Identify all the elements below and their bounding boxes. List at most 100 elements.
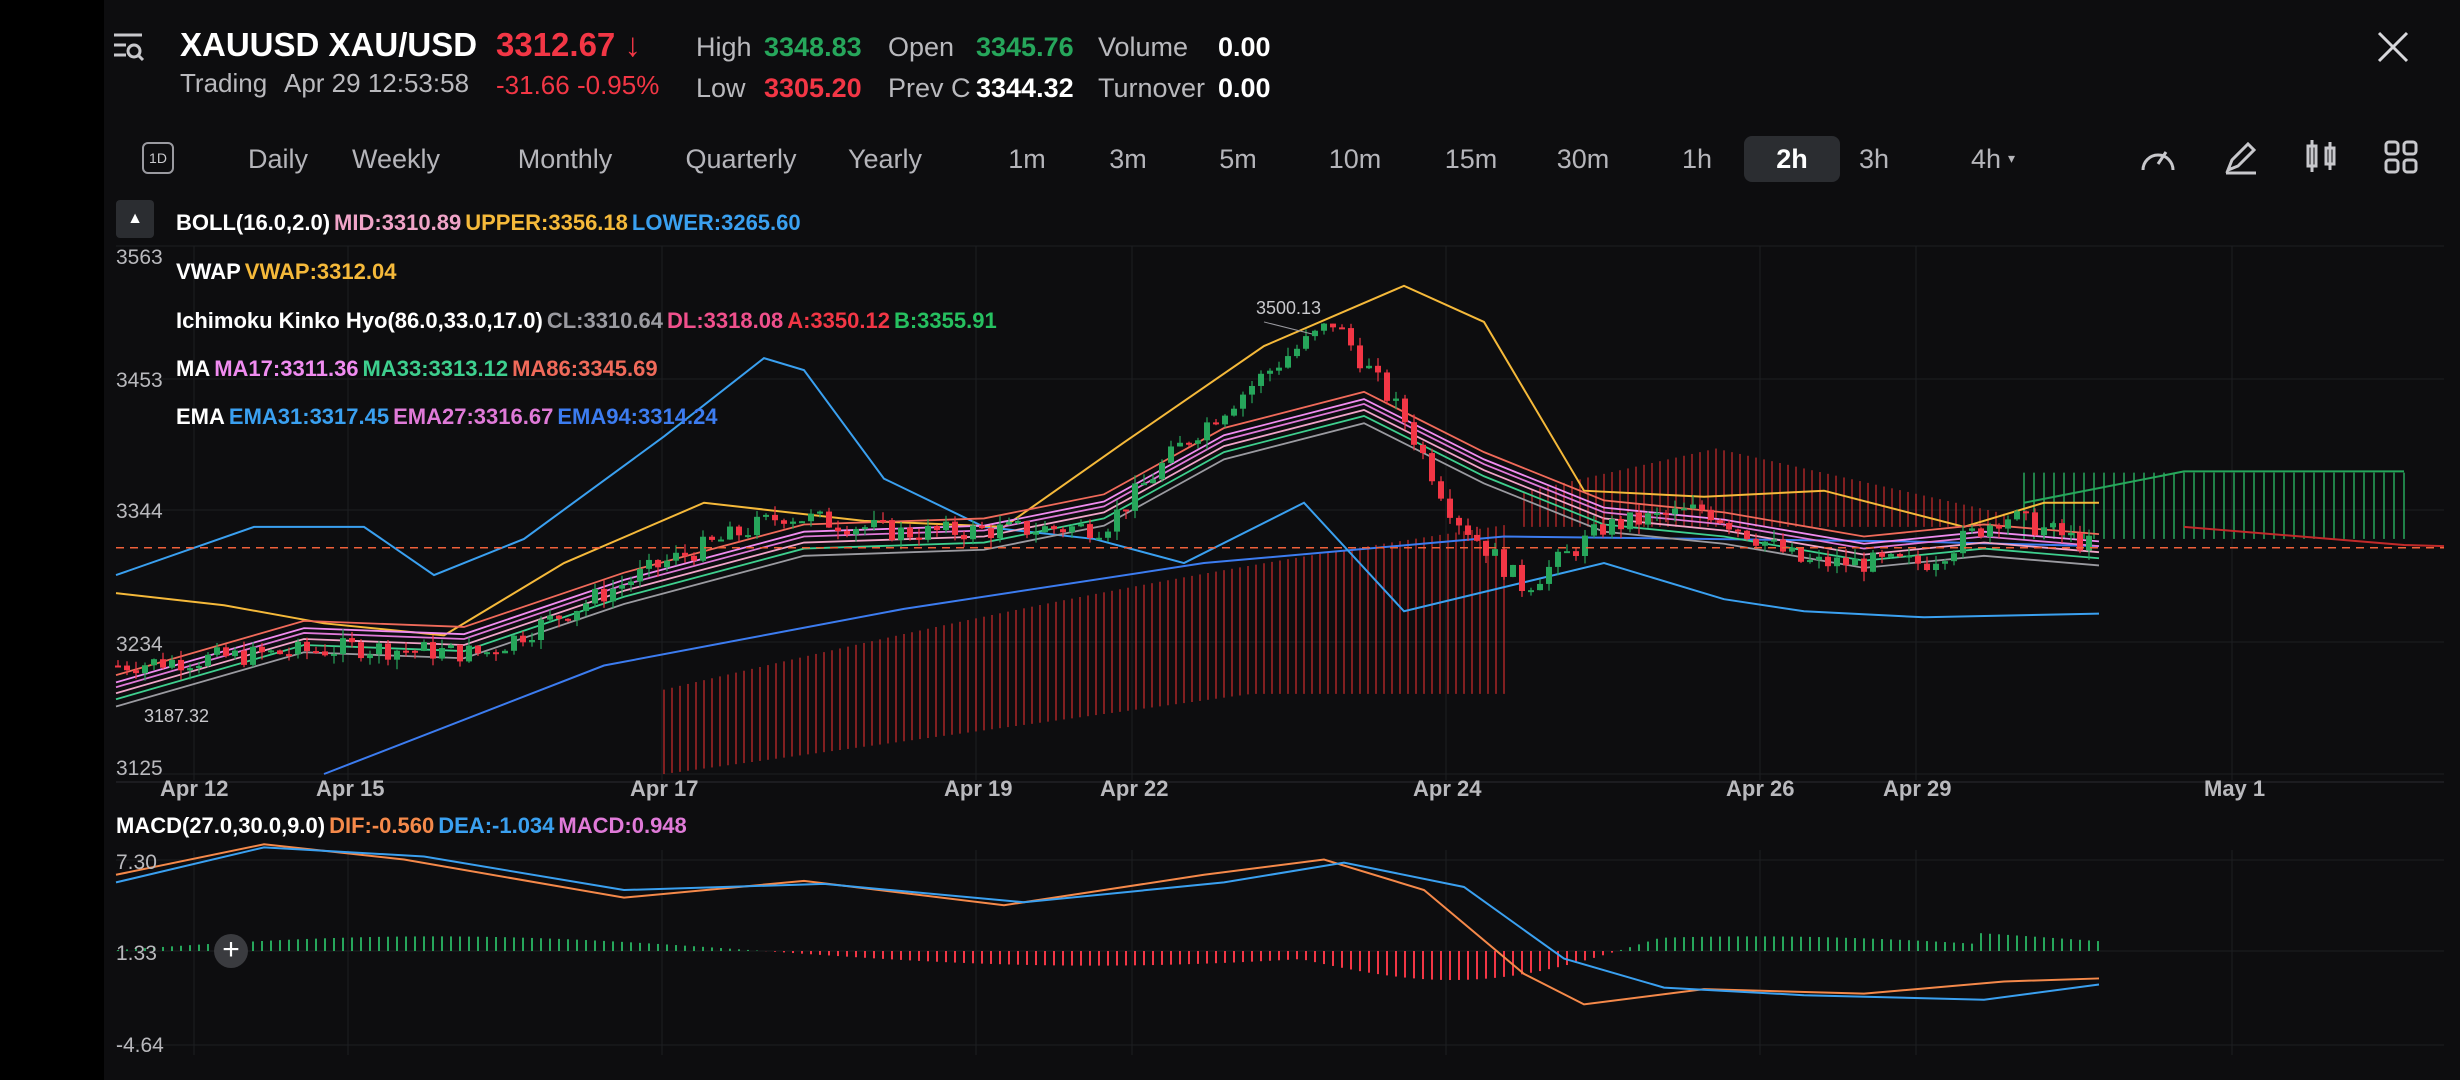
candle-body [1330, 323, 1336, 328]
candle-body [862, 527, 868, 530]
candle-body [1213, 422, 1219, 425]
candle-body [178, 659, 184, 671]
candle-body [1024, 521, 1030, 535]
ema-legend: EMA EMA31:3317.45 EMA27:3316.67 EMA94:3314.… [176, 404, 722, 430]
macd-name: MACD(27.0,30.0,9.0) [116, 813, 326, 838]
candle-body [889, 520, 895, 541]
candle-body [421, 642, 427, 651]
candle-body [295, 641, 301, 655]
candle-body [1726, 523, 1732, 530]
candle-body [1915, 555, 1921, 564]
collapse-indicators-button[interactable]: ▲ [116, 200, 154, 238]
candle-body [151, 659, 157, 666]
candle-body [691, 555, 697, 561]
candle-body [925, 525, 931, 540]
price-chart[interactable] [104, 0, 2460, 1080]
candle-body [1951, 553, 1957, 562]
candle-body [880, 519, 886, 522]
candle-body [1195, 440, 1201, 444]
candle-body [1870, 552, 1876, 572]
candle-body [259, 646, 265, 653]
candle-body [403, 650, 409, 653]
candle-body [1645, 513, 1651, 525]
candle-body [1744, 530, 1750, 540]
candle-body [223, 647, 229, 657]
ichimoku-a: A:3350.12 [787, 308, 890, 333]
candle-body [1879, 552, 1885, 557]
candle-body [331, 653, 337, 656]
candle-body [1348, 328, 1354, 346]
candle-body [1006, 521, 1012, 525]
candle-body [1537, 583, 1543, 591]
candle-body [394, 650, 400, 660]
candle-body [655, 559, 661, 568]
candle-body [610, 588, 616, 602]
candle-body [2032, 512, 2038, 536]
candle-body [1825, 556, 1831, 567]
candle-body [1294, 348, 1300, 357]
candle-body [1762, 541, 1768, 546]
candle-body [1861, 558, 1867, 572]
candle-body [1393, 398, 1399, 401]
ichimoku-b: B:3355.91 [893, 308, 997, 333]
candle-body [547, 615, 553, 620]
candle-body [1573, 551, 1579, 557]
candle-body [277, 650, 283, 655]
macd-axis-label: -4.64 [116, 1034, 164, 1057]
candle-body [1258, 373, 1264, 386]
macd-dea-line [115, 846, 2100, 1001]
candle-body [313, 651, 319, 654]
candle-body [466, 645, 472, 662]
candle-body [1735, 529, 1741, 532]
candle-body [1807, 560, 1813, 563]
vwap-name: VWAP [176, 259, 241, 284]
ma86: MA86:3345.69 [512, 356, 658, 381]
candle-body [574, 610, 580, 621]
candle-body [826, 511, 832, 528]
candle-body [1438, 481, 1444, 499]
candle-body [664, 560, 670, 568]
time-axis-label: Apr 12 [160, 776, 229, 801]
candle-body [1969, 528, 1975, 531]
candle-body [772, 514, 778, 521]
candle-body [1618, 518, 1624, 530]
candle-body [1285, 356, 1291, 368]
candle-body [520, 635, 526, 643]
crosshair-add-button[interactable]: + [214, 934, 248, 968]
candle-body [1447, 498, 1453, 518]
moving-average-line [115, 402, 2100, 689]
candle-body [304, 641, 310, 652]
candle-body [1708, 509, 1714, 521]
candle-body [160, 659, 166, 668]
ema31: EMA31:3317.45 [228, 404, 390, 429]
candle-body [2005, 519, 2011, 529]
chart-screen: XAUUSD XAU/USD 3312.67 ↓ Trading Apr 29 … [104, 0, 2460, 1080]
candle-body [1654, 512, 1660, 515]
candle-body [1132, 483, 1138, 511]
moving-average-line [115, 422, 2100, 708]
candle-body [1996, 525, 2002, 529]
candle-body [727, 526, 733, 540]
candle-body [718, 539, 724, 542]
candle-body [907, 527, 913, 538]
candle-body [1177, 442, 1183, 447]
candle-body [1069, 526, 1075, 533]
candle-body [1600, 524, 1606, 535]
candle-body [1429, 453, 1435, 482]
candle-body [439, 648, 445, 659]
candle-body [2014, 511, 2020, 520]
candle-body [2059, 523, 2065, 536]
candle-body [214, 647, 220, 655]
candle-body [790, 521, 796, 524]
boll-name: BOLL(16.0,2.0) [176, 210, 331, 235]
candle-body [1492, 549, 1498, 556]
candle-body [1465, 525, 1471, 535]
candle-body [142, 665, 148, 674]
candle-body [1303, 336, 1309, 349]
boll-upper: UPPER:3356.18 [465, 210, 628, 235]
candle-body [898, 527, 904, 541]
candle-body [376, 643, 382, 655]
candle-body [628, 581, 634, 586]
macd-legend: MACD(27.0,30.0,9.0) DIF:-0.560 DEA:-1.034 M… [116, 813, 691, 839]
time-axis-label: Apr 17 [630, 776, 699, 801]
